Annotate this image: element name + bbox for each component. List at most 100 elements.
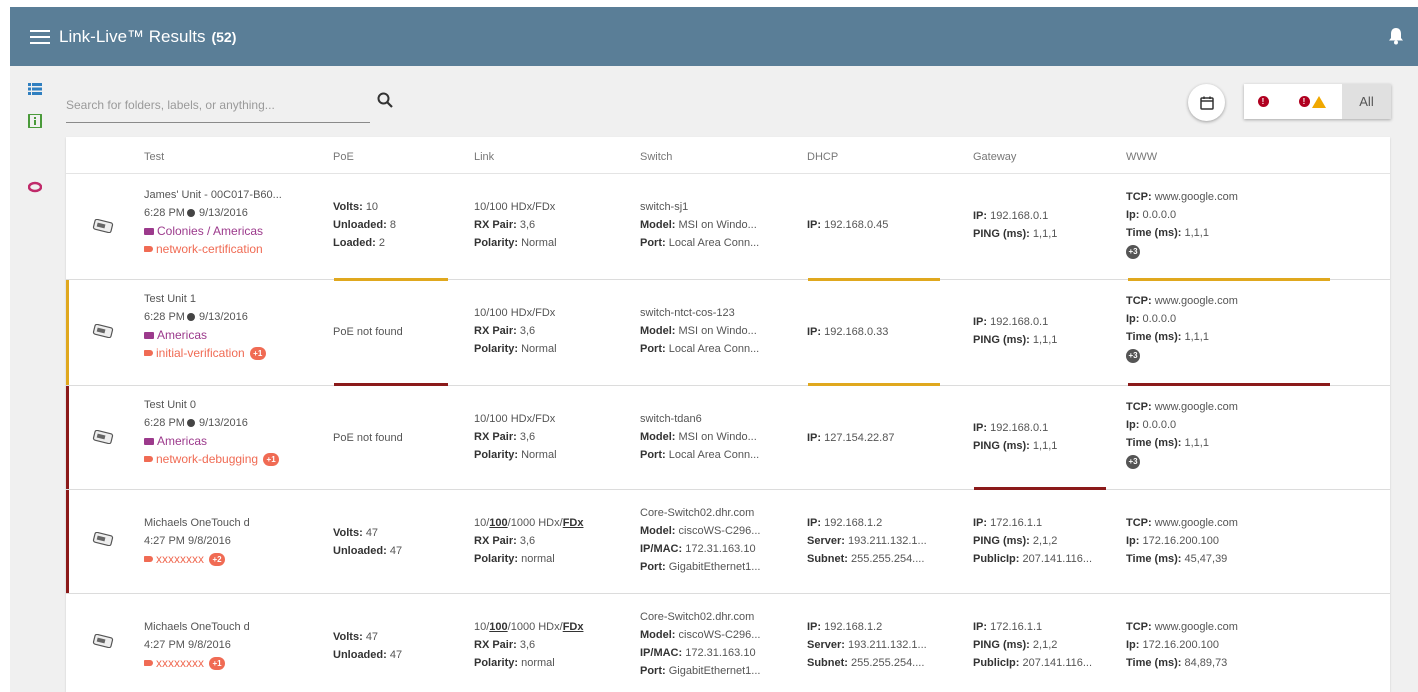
tester-device-icon (92, 532, 114, 546)
dhcp-cell: IP: 192.168.1.2 Server: 193.211.132.1...… (807, 621, 927, 669)
more-badge[interactable]: +3 (1126, 245, 1140, 259)
switch-cell: Core-Switch02.dhr.com Model: ciscoWS-C29… (640, 611, 761, 677)
clock-icon (186, 313, 195, 321)
search-input[interactable] (66, 98, 336, 112)
tag-label[interactable]: initial-verification +1 (144, 344, 266, 362)
menu-icon[interactable] (30, 29, 50, 44)
tester-device-icon (92, 634, 114, 648)
gateway-cell: IP: 172.16.1.1 PING (ms): 2,1,2 PublicIp… (973, 621, 1093, 669)
switch-cell: switch-sj1 Model: MSI on Windo... Port: … (640, 201, 760, 249)
calendar-button[interactable] (1188, 84, 1225, 121)
search-icon[interactable] (377, 92, 393, 108)
tag-label[interactable]: network-debugging +1 (144, 450, 280, 468)
filter-errors-warnings-button[interactable]: ! (1282, 84, 1342, 119)
error-icon: ! (1298, 96, 1310, 107)
more-badge[interactable]: +3 (1126, 349, 1140, 363)
table-row[interactable]: James' Unit - 00C017-B60... 6:28 PM 9/13/… (66, 174, 1390, 281)
test-name[interactable]: James' Unit - 00C017-B60... (144, 186, 282, 204)
column-header-link[interactable]: Link (474, 151, 494, 163)
tag-count-badge[interactable]: +1 (263, 452, 280, 466)
tag-icon[interactable] (28, 180, 42, 194)
test-name[interactable]: Michaels OneTouch d (144, 618, 250, 636)
switch-cell: Core-Switch02.dhr.com Model: ciscoWS-C29… (640, 507, 761, 573)
table-row[interactable]: Michaels OneTouch d 4:27 PM 9/8/2016 xxx… (66, 490, 1390, 594)
table-row[interactable]: Test Unit 0 6:28 PM 9/13/2016 Americas ne… (66, 386, 1390, 490)
column-header-dhcp[interactable]: DHCP (807, 151, 838, 163)
sidebar (10, 66, 64, 692)
folder-label[interactable]: Colonies / Americas (144, 222, 282, 240)
tag-count-badge[interactable]: +2 (209, 552, 225, 566)
www-cell: TCP: www.google.com Ip: 0.0.0.0 Time (ms… (1126, 188, 1238, 260)
poe-cell: Volts: 47 Unloaded: 47 (333, 631, 403, 661)
tag-label[interactable]: network-certification (144, 240, 282, 258)
folder-label[interactable]: Americas (144, 432, 279, 450)
test-info: Test Unit 0 6:28 PM 9/13/2016 Americas ne… (144, 396, 280, 468)
info-card-icon[interactable] (28, 114, 42, 128)
folder-label[interactable]: Americas (144, 326, 266, 344)
link-cell: 10/100/1000 HDx/FDx RX Pair: 3,6 Polarit… (474, 621, 584, 669)
gateway-cell: IP: 192.168.0.1 PING (ms): 1,1,1 (973, 210, 1058, 240)
test-timestamp: 4:27 PM 9/8/2016 (144, 535, 231, 547)
link-cell: 10/100/1000 HDx/FDx RX Pair: 3,6 Polarit… (474, 517, 584, 565)
link-cell: 10/100 HDx/FDx RX Pair: 3,6 Polarity: No… (474, 413, 557, 461)
filter-errors-button[interactable]: ! (1244, 84, 1282, 119)
poe-cell: Volts: 10 Unloaded: 8 Loaded: 2 (333, 201, 396, 249)
results-table: Test PoE Link Switch DHCP Gateway WWW Ja… (66, 137, 1390, 692)
tag-label[interactable]: xxxxxxxx +1 (144, 654, 250, 672)
test-timestamp: 6:28 PM 9/13/2016 (144, 207, 248, 219)
tag-count-badge[interactable]: +1 (209, 656, 225, 670)
link-cell: 10/100 HDx/FDx RX Pair: 3,6 Polarity: No… (474, 201, 557, 249)
error-icon: ! (1257, 96, 1269, 107)
tag-label[interactable]: xxxxxxxx +2 (144, 550, 250, 568)
test-name[interactable]: Michaels OneTouch d (144, 514, 250, 532)
switch-cell: switch-ntct-cos-123 Model: MSI on Windo.… (640, 307, 760, 355)
gateway-cell: IP: 172.16.1.1 PING (ms): 2,1,2 PublicIp… (973, 517, 1093, 565)
dhcp-cell: IP: 127.154.22.87 (807, 432, 895, 444)
test-info: Michaels OneTouch d 4:27 PM 9/8/2016 xxx… (144, 618, 250, 672)
tester-device-icon (92, 324, 114, 338)
test-timestamp: 4:27 PM 9/8/2016 (144, 639, 231, 651)
dhcp-cell: IP: 192.168.0.45 (807, 219, 889, 231)
search-field (66, 88, 370, 123)
more-badge[interactable]: +3 (1126, 455, 1140, 469)
calendar-icon (1199, 96, 1214, 110)
test-name[interactable]: Test Unit 1 (144, 290, 266, 308)
bell-icon[interactable] (1388, 27, 1404, 45)
column-header-www[interactable]: WWW (1126, 151, 1157, 163)
test-name[interactable]: Test Unit 0 (144, 396, 279, 414)
main-content: ! ! All Test PoE Link Switch DHCP Gatewa… (64, 66, 1418, 692)
table-row[interactable]: Test Unit 1 6:28 PM 9/13/2016 Americas in… (66, 280, 1390, 386)
column-header-test[interactable]: Test (144, 151, 164, 163)
table-row[interactable]: Michaels OneTouch d 4:27 PM 9/8/2016 xxx… (66, 594, 1390, 692)
poe-cell: Volts: 47 Unloaded: 47 (333, 527, 403, 557)
gateway-cell: IP: 192.168.0.1 PING (ms): 1,1,1 (973, 316, 1058, 346)
result-count: (52) (211, 28, 237, 45)
dhcp-cell: IP: 192.168.1.2 Server: 193.211.132.1...… (807, 517, 927, 565)
test-info: James' Unit - 00C017-B60... 6:28 PM 9/13/… (144, 186, 282, 258)
poe-cell: PoE not found (333, 432, 403, 444)
tester-device-icon (92, 430, 114, 444)
filter-all-button[interactable]: All (1342, 84, 1391, 119)
gateway-cell: IP: 192.168.0.1 PING (ms): 1,1,1 (973, 422, 1058, 452)
link-cell: 10/100 HDx/FDx RX Pair: 3,6 Polarity: No… (474, 307, 557, 355)
tag-count-badge[interactable]: +1 (249, 346, 266, 360)
www-cell: TCP: www.google.com Ip: 0.0.0.0 Time (ms… (1126, 292, 1238, 364)
test-info: Test Unit 1 6:28 PM 9/13/2016 Americas in… (144, 290, 266, 362)
poe-cell: PoE not found (333, 326, 403, 338)
list-view-icon[interactable] (28, 82, 42, 96)
www-cell: TCP: www.google.com Ip: 172.16.200.100 T… (1126, 517, 1238, 565)
row-error-indicator (66, 490, 69, 593)
test-timestamp: 6:28 PM 9/13/2016 (144, 311, 248, 323)
app-header: Link-Live™ Results (52) (10, 7, 1418, 66)
page-title: Link-Live™ Results (59, 26, 206, 46)
column-header-gateway[interactable]: Gateway (973, 151, 1016, 163)
row-warning-indicator (66, 280, 69, 385)
column-header-switch[interactable]: Switch (640, 151, 672, 163)
table-header: Test PoE Link Switch DHCP Gateway WWW (66, 137, 1390, 174)
test-timestamp: 6:28 PM 9/13/2016 (144, 417, 248, 429)
column-header-poe[interactable]: PoE (333, 151, 354, 163)
test-info: Michaels OneTouch d 4:27 PM 9/8/2016 xxx… (144, 514, 250, 568)
clock-icon (186, 209, 195, 217)
www-cell: TCP: www.google.com Ip: 0.0.0.0 Time (ms… (1126, 398, 1238, 470)
clock-icon (186, 419, 195, 427)
